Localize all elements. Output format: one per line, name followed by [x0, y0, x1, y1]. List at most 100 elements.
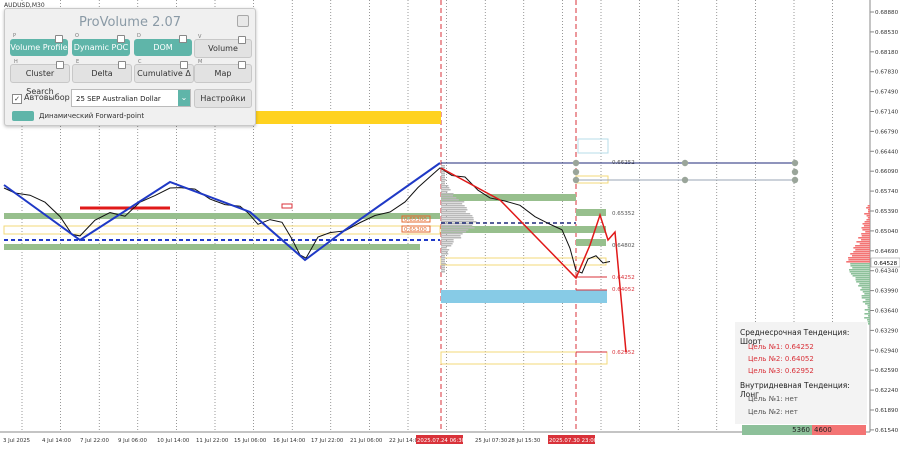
- settings-icon[interactable]: [55, 35, 63, 43]
- hotkey-label: P: [13, 33, 16, 39]
- time-tick-label: 28 Jul 15:30: [508, 438, 541, 444]
- provolume-panel[interactable]: ProVolume 2.07 P Volume Profile O Dynamic P…: [4, 8, 256, 126]
- current-price-label: 0.64528: [874, 261, 898, 267]
- panel-button-cluster-search[interactable]: H Cluster Search: [10, 64, 70, 83]
- price-tick-label: 0.65390: [875, 209, 899, 215]
- price-tick-label: 0.61540: [875, 428, 899, 434]
- price-tick-label: 0.68180: [875, 50, 899, 56]
- panel-button-volume-profile[interactable]: P Volume Profile: [10, 39, 68, 56]
- price-tick-label: 0.63640: [875, 309, 899, 315]
- button-label: Volume: [208, 44, 238, 53]
- hotkey-label: E: [76, 59, 79, 65]
- time-axis: 3 Jul 2025 4 Jul 14:00 7 Jul 22:00 9 Jul 06…: [3, 435, 598, 444]
- time-tick-label: 2025.07.30 23:00: [549, 438, 598, 444]
- hotkey-label: C: [138, 59, 142, 65]
- instrument-select[interactable]: 25 SEP Australian Dollar ⌄: [71, 89, 191, 107]
- auto-select-checkbox[interactable]: ✓ Автовыбор: [12, 93, 70, 104]
- settings-icon[interactable]: [117, 35, 125, 43]
- time-tick-label: 2025.07.24 06:30: [417, 438, 466, 444]
- settings-icon[interactable]: [56, 61, 64, 69]
- blue-demand-zone: [441, 290, 607, 303]
- panel-button-map[interactable]: M Map: [194, 64, 252, 83]
- settings-icon[interactable]: [238, 61, 246, 69]
- panel-close-button[interactable]: [237, 15, 249, 27]
- button-label: Cluster Search: [26, 69, 54, 96]
- chart-label-poc-1: 0.65300: [404, 217, 427, 223]
- time-tick-label: 25 Jul 07:30: [475, 438, 508, 444]
- price-tick-label: 0.65740: [875, 189, 899, 195]
- chart-label-target-2: 0.64052: [612, 287, 635, 293]
- chart-label-level-1: 0.66252: [612, 160, 635, 166]
- time-tick-label: 3 Jul 2025: [3, 438, 30, 444]
- forward-point-label: Динамический Forward-point: [39, 112, 144, 120]
- settings-icon[interactable]: [179, 35, 187, 43]
- price-tick-label: 0.67490: [875, 90, 899, 96]
- price-tick-label: 0.63290: [875, 328, 899, 334]
- time-tick-label: 15 Jul 06:00: [234, 438, 267, 444]
- panel-button-volume[interactable]: V Volume: [194, 39, 252, 58]
- time-tick-label: 7 Jul 22:00: [80, 438, 109, 444]
- settings-label: Настройки: [200, 94, 245, 103]
- settings-button[interactable]: Настройки: [194, 89, 252, 108]
- button-label: Volume Profile: [10, 43, 67, 52]
- price-tick-label: 0.67140: [875, 110, 899, 116]
- green-zone-right-1: [441, 194, 576, 201]
- hotkey-label: O: [75, 33, 79, 39]
- chart-label-level-3: 0.64802: [612, 243, 635, 249]
- price-axis: 0.68880 0.68530 0.68180 0.67830 0.67490 0.671…: [870, 10, 900, 434]
- button-label: Map: [215, 69, 232, 78]
- price-tick-label: 0.66790: [875, 129, 899, 135]
- settings-icon[interactable]: [238, 36, 246, 44]
- button-label: Cumulative Δ: [137, 69, 191, 78]
- hotkey-label: V: [198, 34, 201, 40]
- time-tick-label: 21 Jul 06:00: [350, 438, 383, 444]
- settings-icon[interactable]: [180, 61, 188, 69]
- instrument-value: 25 SEP Australian Dollar: [76, 95, 161, 103]
- intraday-target-2: Цель №2: нет: [748, 408, 867, 416]
- price-tick-label: 0.61890: [875, 408, 899, 414]
- panel-button-delta[interactable]: E Delta: [72, 64, 132, 83]
- button-label: Delta: [91, 69, 112, 78]
- button-label: Dynamic POC: [74, 43, 129, 52]
- price-tick-label: 0.64340: [875, 269, 899, 275]
- yellow-supply-zone: [255, 111, 441, 124]
- time-tick-label: 16 Jul 14:00: [273, 438, 306, 444]
- panel-button-dom[interactable]: D DOM: [134, 39, 192, 56]
- price-tick-label: 0.67830: [875, 70, 899, 76]
- price-tick-label: 0.62240: [875, 388, 899, 394]
- time-tick-label: 4 Jul 14:00: [42, 438, 71, 444]
- price-tick-label: 0.66440: [875, 149, 899, 155]
- price-tick-label: 0.63990: [875, 289, 899, 295]
- hotkey-label: D: [137, 33, 141, 39]
- auto-select-label: Автовыбор: [24, 93, 70, 102]
- button-label: DOM: [153, 43, 172, 52]
- toggle-icon: [12, 111, 34, 121]
- trend-info-box: Среднесрочная Тенденция: Шорт Цель №1: 0…: [735, 322, 867, 424]
- mid-target-1: Цель №1: 0.64252: [748, 343, 867, 351]
- mid-target-3: Цель №3: 0.62952: [748, 367, 867, 375]
- volume-balance-bar: 5360 4600: [742, 425, 866, 435]
- time-tick-label: 10 Jul 14:00: [157, 438, 190, 444]
- settings-icon[interactable]: [118, 61, 126, 69]
- panel-button-cumulative-[interactable]: C Cumulative Δ: [134, 64, 194, 83]
- forward-point-toggle[interactable]: Динамический Forward-point: [12, 109, 252, 123]
- panel-button-dynamic-poc[interactable]: O Dynamic POC: [72, 39, 130, 56]
- buy-volume: 4600: [812, 425, 866, 435]
- price-tick-label: 0.62590: [875, 368, 899, 374]
- price-tick-label: 0.62940: [875, 348, 899, 354]
- price-tick-label: 0.66090: [875, 169, 899, 175]
- chart-label-level-2: 0.65352: [612, 211, 635, 217]
- intraday-target-1: Цель №1: нет: [748, 395, 867, 403]
- hotkey-label: H: [14, 59, 18, 65]
- price-tick-label: 0.68530: [875, 30, 899, 36]
- price-tick-label: 0.68880: [875, 10, 899, 16]
- panel-title: ProVolume 2.07: [5, 15, 255, 30]
- time-tick-label: 17 Jul 22:00: [311, 438, 344, 444]
- price-tick-label: 0.64690: [875, 249, 899, 255]
- sell-volume: 5360: [742, 425, 812, 435]
- hotkey-label: M: [198, 59, 202, 65]
- green-zone-right-2: [576, 209, 606, 216]
- chevron-down-icon[interactable]: ⌄: [178, 90, 190, 106]
- time-tick-label: 11 Jul 22:00: [196, 438, 229, 444]
- chart-label-poc-2: 0.65300: [404, 227, 427, 233]
